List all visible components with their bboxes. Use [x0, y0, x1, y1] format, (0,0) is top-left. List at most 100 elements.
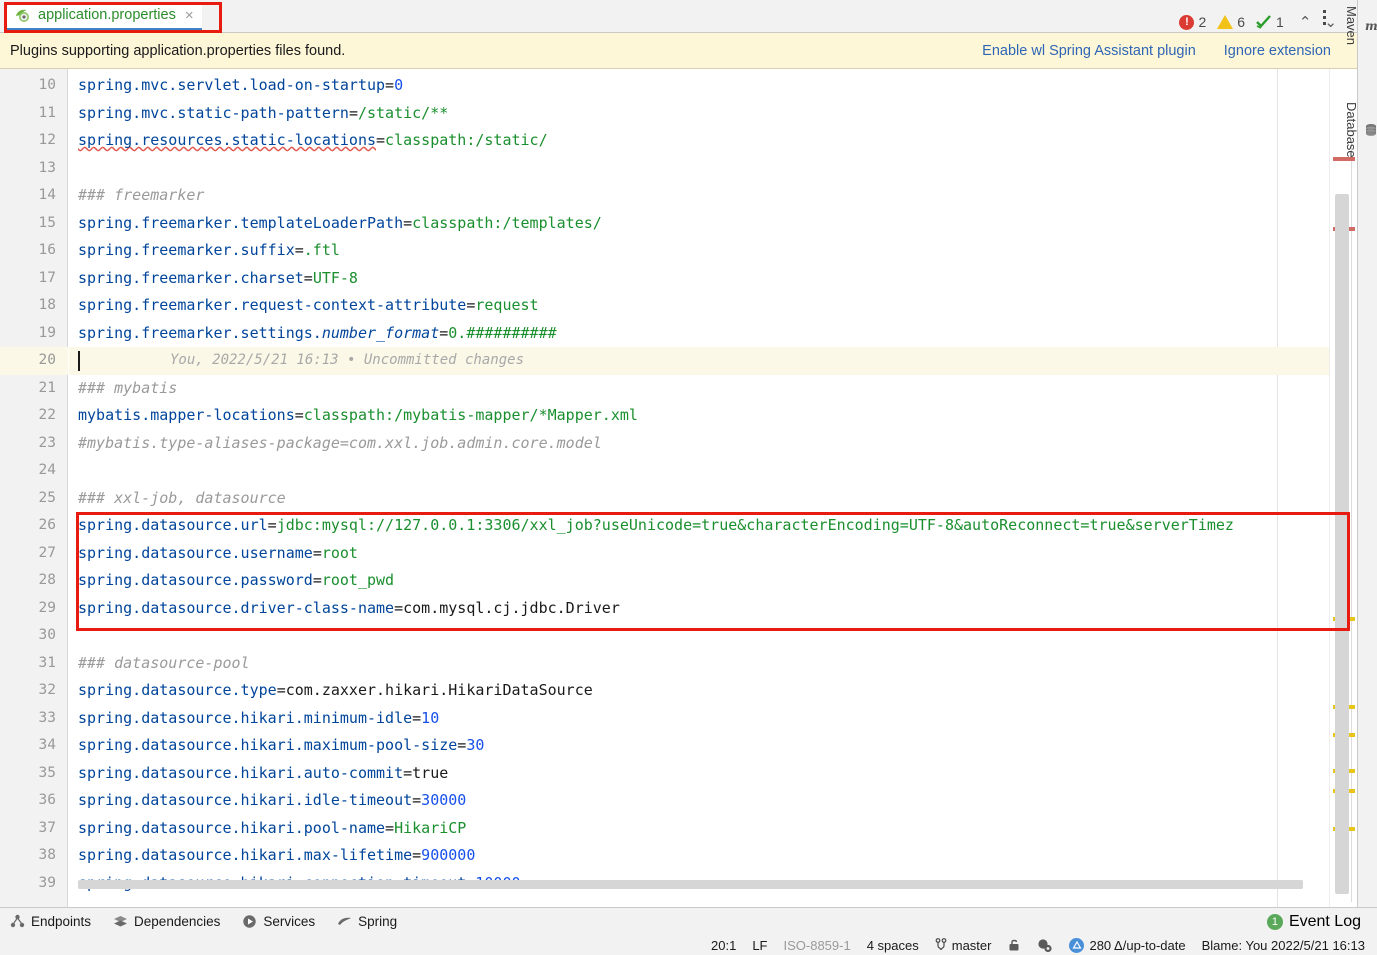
read-write-lock-icon[interactable] — [1007, 938, 1021, 952]
code-line[interactable]: spring.datasource.url=jdbc:mysql://127.0… — [69, 512, 1234, 540]
code-token: number_format — [321, 323, 440, 342]
code-token: spring.freemarker.templateLoaderPath — [78, 213, 404, 232]
line-number: 26 — [38, 517, 56, 533]
plugin-notification-bar: Plugins supporting application.propertie… — [0, 33, 1357, 69]
code-editor[interactable]: 10 11 12 13 14 15 16 17 18 19 20 21 22 23 24 25 26 27 28 29… — [0, 69, 1357, 907]
code-token: = — [403, 763, 413, 782]
code-line[interactable]: spring.freemarker.templateLoaderPath=cla… — [69, 210, 602, 238]
code-token: classpath:/static/ — [385, 131, 548, 149]
tool-tab-database-label: Database — [1344, 102, 1359, 158]
tool-window-spring-label: Spring — [358, 914, 398, 929]
code-line[interactable]: spring.datasource.hikari.auto-commit=tru… — [69, 760, 448, 788]
line-number: 38 — [38, 847, 56, 863]
svg-text:m: m — [1365, 19, 1377, 33]
code-token: spring.datasource.hikari.minimum-idle — [78, 708, 413, 727]
close-icon[interactable]: × — [185, 8, 194, 23]
code-token: = — [412, 791, 422, 809]
tool-window-spring[interactable]: Spring — [337, 914, 397, 929]
code-line[interactable] — [69, 347, 78, 375]
caret-position[interactable]: 20:1 — [711, 938, 736, 953]
tool-window-services[interactable]: Services — [242, 914, 315, 929]
intellij-window: application.properties × Plugins support… — [0, 0, 1377, 955]
enable-plugin-link[interactable]: Enable wl Spring Assistant plugin — [982, 43, 1196, 59]
code-line[interactable] — [69, 457, 78, 485]
code-line[interactable]: spring.datasource.username=root — [69, 540, 358, 568]
code-token: UTF-8 — [312, 268, 358, 287]
file-encoding[interactable]: ISO-8859-1 — [783, 938, 850, 953]
code-line[interactable]: ### xxl-job, datasource — [69, 485, 286, 513]
code-line[interactable]: spring.datasource.hikari.max-lifetime=90… — [69, 842, 475, 870]
scrollbar-divider — [1351, 142, 1352, 902]
tool-tab-maven-label: Maven — [1344, 6, 1359, 46]
marker-scrollbar-track[interactable] — [1329, 69, 1357, 907]
git-branch-widget[interactable]: master — [935, 938, 991, 953]
code-line[interactable]: spring.datasource.hikari.maximum-pool-si… — [69, 732, 484, 760]
tool-tab-database[interactable]: Database — [1344, 102, 1377, 158]
code-line[interactable]: ### datasource-pool — [69, 650, 250, 678]
tool-window-dependencies[interactable]: Dependencies — [113, 914, 220, 929]
error-count-group[interactable]: ! 2 — [1179, 14, 1206, 30]
error-icon: ! — [1179, 14, 1195, 30]
blame-status[interactable]: Blame: You 2022/5/21 16:13 — [1202, 938, 1365, 953]
code-line[interactable]: spring.mvc.servlet.load-on-startup=0 — [69, 72, 403, 100]
tool-window-endpoints[interactable]: Endpoints — [10, 914, 91, 929]
code-content[interactable]: spring.mvc.servlet.load-on-startup=0 spri… — [69, 69, 1357, 907]
code-token: = — [394, 598, 404, 617]
ok-count-group[interactable]: 1 — [1256, 14, 1284, 30]
code-token: spring.datasource.type — [78, 681, 277, 699]
line-number: 28 — [38, 572, 56, 588]
code-token: spring.datasource.hikari.auto-commit — [78, 763, 404, 782]
prev-problem-icon[interactable]: ⌃ — [1295, 13, 1316, 31]
code-line[interactable]: spring.freemarker.charset=UTF-8 — [69, 265, 358, 293]
code-line[interactable]: spring.datasource.hikari.pool-name=Hikar… — [69, 815, 466, 843]
code-token: ### freemarker — [78, 186, 205, 204]
code-line[interactable]: spring.mvc.static-path-pattern=/static/*… — [69, 100, 448, 128]
line-number: 31 — [38, 654, 56, 671]
warning-count-group[interactable]: 6 — [1217, 14, 1245, 30]
code-line[interactable]: ### mybatis — [69, 375, 177, 403]
code-token: 10 — [421, 708, 440, 727]
code-line[interactable]: spring.freemarker.request-context-attrib… — [69, 292, 539, 320]
indent-setting[interactable]: 4 spaces — [867, 938, 919, 953]
ignore-extension-link[interactable]: Ignore extension — [1224, 43, 1331, 59]
line-number: 11 — [38, 104, 56, 121]
sync-status-widget[interactable]: 280 Δ/up-to-date — [1069, 937, 1186, 953]
code-token: 0 — [394, 76, 404, 94]
code-line[interactable]: spring.resources.static-locations=classp… — [69, 127, 548, 155]
line-number: 27 — [38, 544, 56, 561]
code-line[interactable]: mybatis.mapper-locations=classpath:/myba… — [69, 402, 638, 430]
line-number: 20 — [38, 352, 56, 368]
code-line[interactable] — [69, 622, 78, 650]
sync-icon — [1069, 937, 1085, 953]
line-number: 36 — [38, 792, 56, 808]
code-line[interactable]: spring.datasource.type=com.zaxxer.hikari… — [69, 677, 593, 705]
code-line[interactable]: ### freemarker — [69, 182, 204, 210]
inspection-profile-icon[interactable] — [1037, 938, 1053, 953]
code-line[interactable] — [69, 155, 78, 183]
editor-tab-application-properties[interactable]: application.properties × — [6, 2, 202, 31]
code-line[interactable]: spring.datasource.hikari.minimum-idle=10 — [69, 705, 439, 733]
code-line[interactable]: spring.datasource.driver-class-name=com.… — [69, 595, 620, 623]
horizontal-scrollbar[interactable] — [78, 880, 1303, 889]
code-token: spring.resources.static-locations — [78, 131, 377, 149]
code-token: 30 — [466, 736, 485, 754]
code-line[interactable]: spring.freemarker.settings.number_format… — [69, 320, 557, 348]
event-log-button[interactable]: 1 Event Log — [1266, 913, 1377, 931]
code-line[interactable]: #mybatis.type-aliases-package=com.xxl.jo… — [69, 430, 602, 458]
next-problem-icon[interactable]: ⌄ — [1320, 13, 1341, 31]
tool-tab-maven[interactable]: m Maven — [1344, 6, 1377, 45]
code-line[interactable]: spring.datasource.hikari.idle-timeout=30… — [69, 787, 466, 815]
ok-count: 1 — [1276, 14, 1284, 30]
vertical-scrollbar-thumb[interactable] — [1335, 194, 1349, 894]
code-token: spring.freemarker.charset — [78, 268, 304, 287]
code-token: = — [385, 818, 395, 837]
code-line[interactable]: spring.freemarker.suffix=.ftl — [69, 237, 340, 265]
line-separator[interactable]: LF — [752, 938, 767, 953]
code-token: com.zaxxer.hikari.HikariDataSource — [285, 681, 593, 699]
maven-icon: m — [1364, 19, 1377, 33]
code-token: = — [457, 736, 467, 754]
error-count: 2 — [1198, 14, 1207, 30]
code-line[interactable]: spring.datasource.password=root_pwd — [69, 567, 394, 595]
code-token: /static/** — [357, 103, 449, 122]
inspection-widget[interactable]: ! 2 6 1 ⌃ ⌄ — [1179, 9, 1341, 35]
